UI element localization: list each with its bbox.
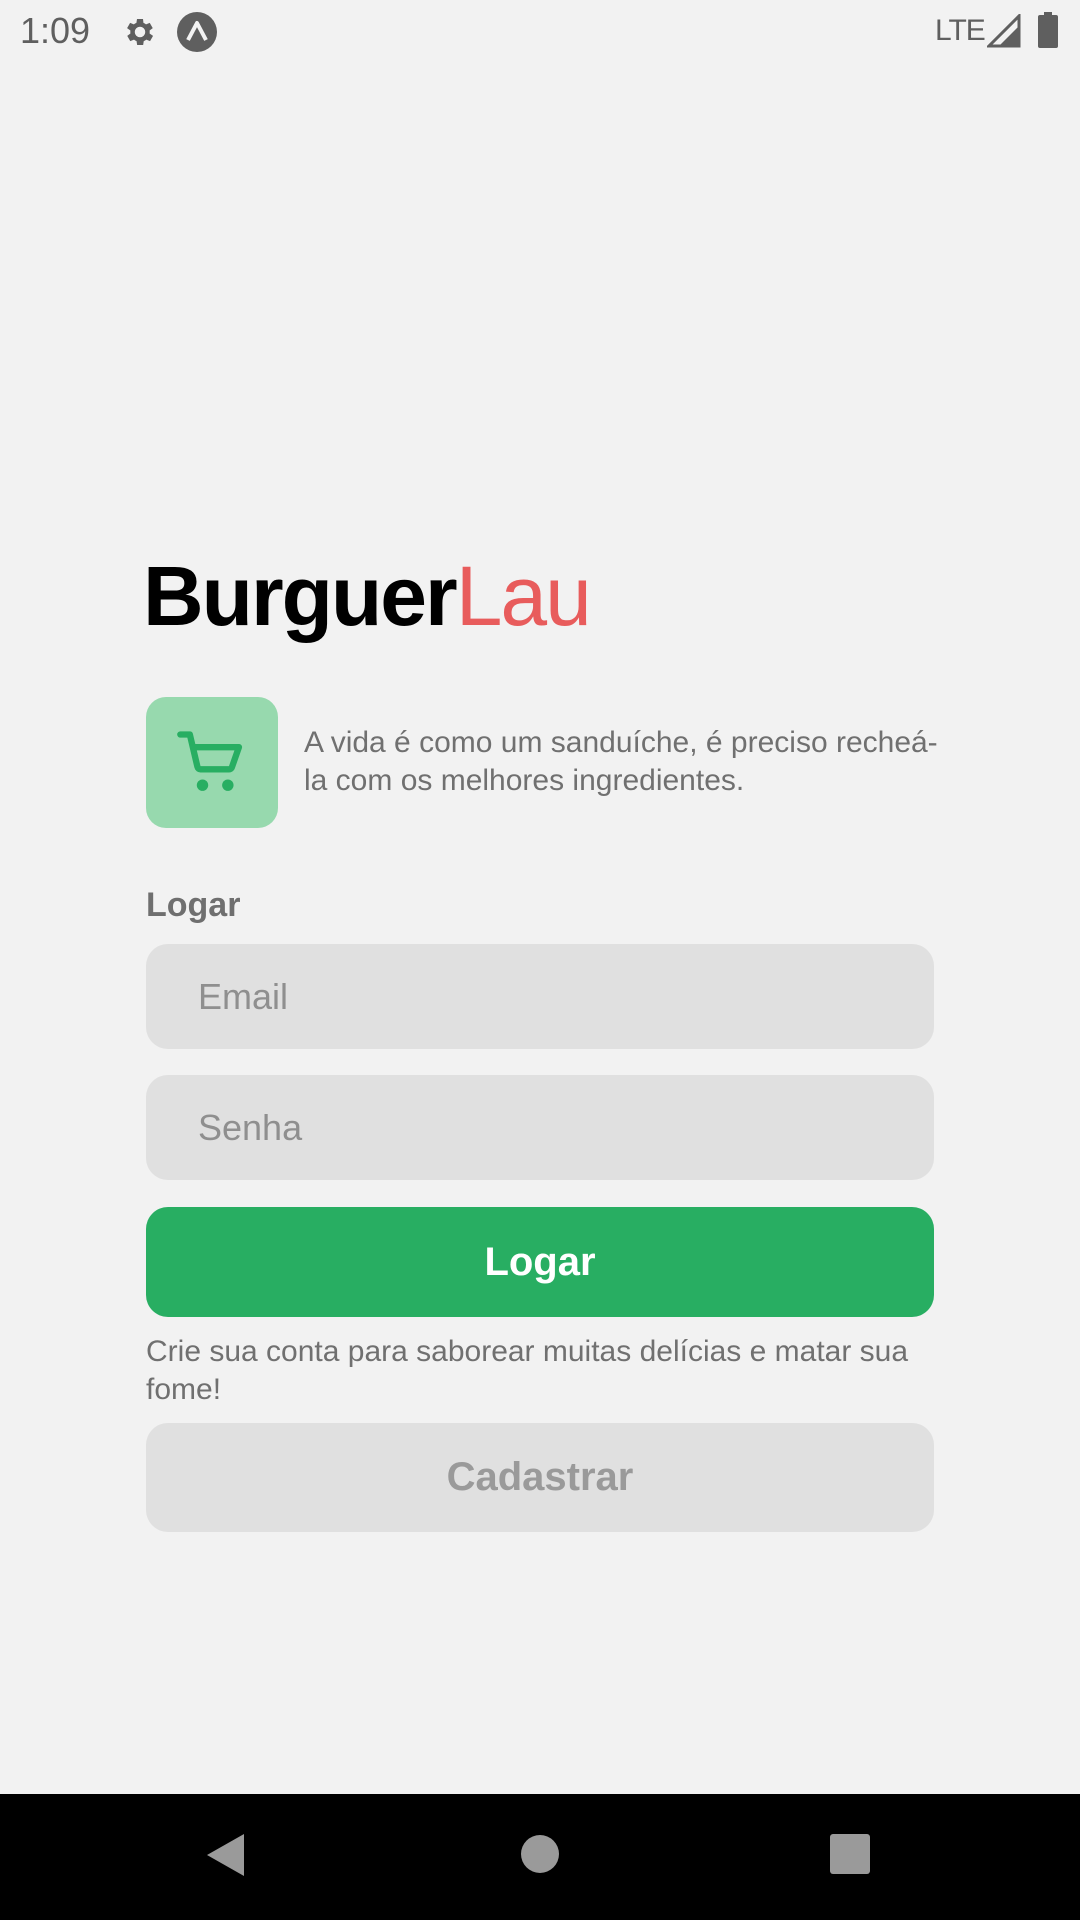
status-time: 1:09	[20, 10, 91, 51]
login-section-label: Logar	[146, 886, 241, 924]
brand-name-accent: Lau	[455, 549, 592, 643]
login-button[interactable]: Logar	[146, 1207, 934, 1317]
navigation-bar	[0, 1794, 1080, 1920]
home-icon[interactable]	[520, 1834, 560, 1879]
signup-prompt: Crie sua conta para saborear muitas delí…	[146, 1335, 909, 1406]
app-a-icon	[176, 11, 218, 58]
gear-icon	[122, 14, 158, 55]
back-icon[interactable]	[204, 1832, 246, 1883]
email-field[interactable]	[146, 944, 934, 1049]
brand-title: BurguerLau	[143, 548, 592, 644]
signal-icon	[985, 12, 1021, 53]
password-field[interactable]	[146, 1075, 934, 1180]
cart-icon-tile	[146, 697, 278, 828]
status-bar: 1:09 LTE	[0, 0, 1080, 63]
tagline-text: A vida é como um sanduíche, é preciso re…	[304, 726, 938, 797]
brand-name-main: Burguer	[143, 549, 458, 643]
battery-icon	[1038, 12, 1058, 53]
register-button[interactable]: Cadastrar	[146, 1423, 934, 1532]
recents-icon[interactable]	[830, 1834, 870, 1879]
network-type: LTE	[935, 14, 986, 47]
cart-icon	[177, 731, 243, 791]
